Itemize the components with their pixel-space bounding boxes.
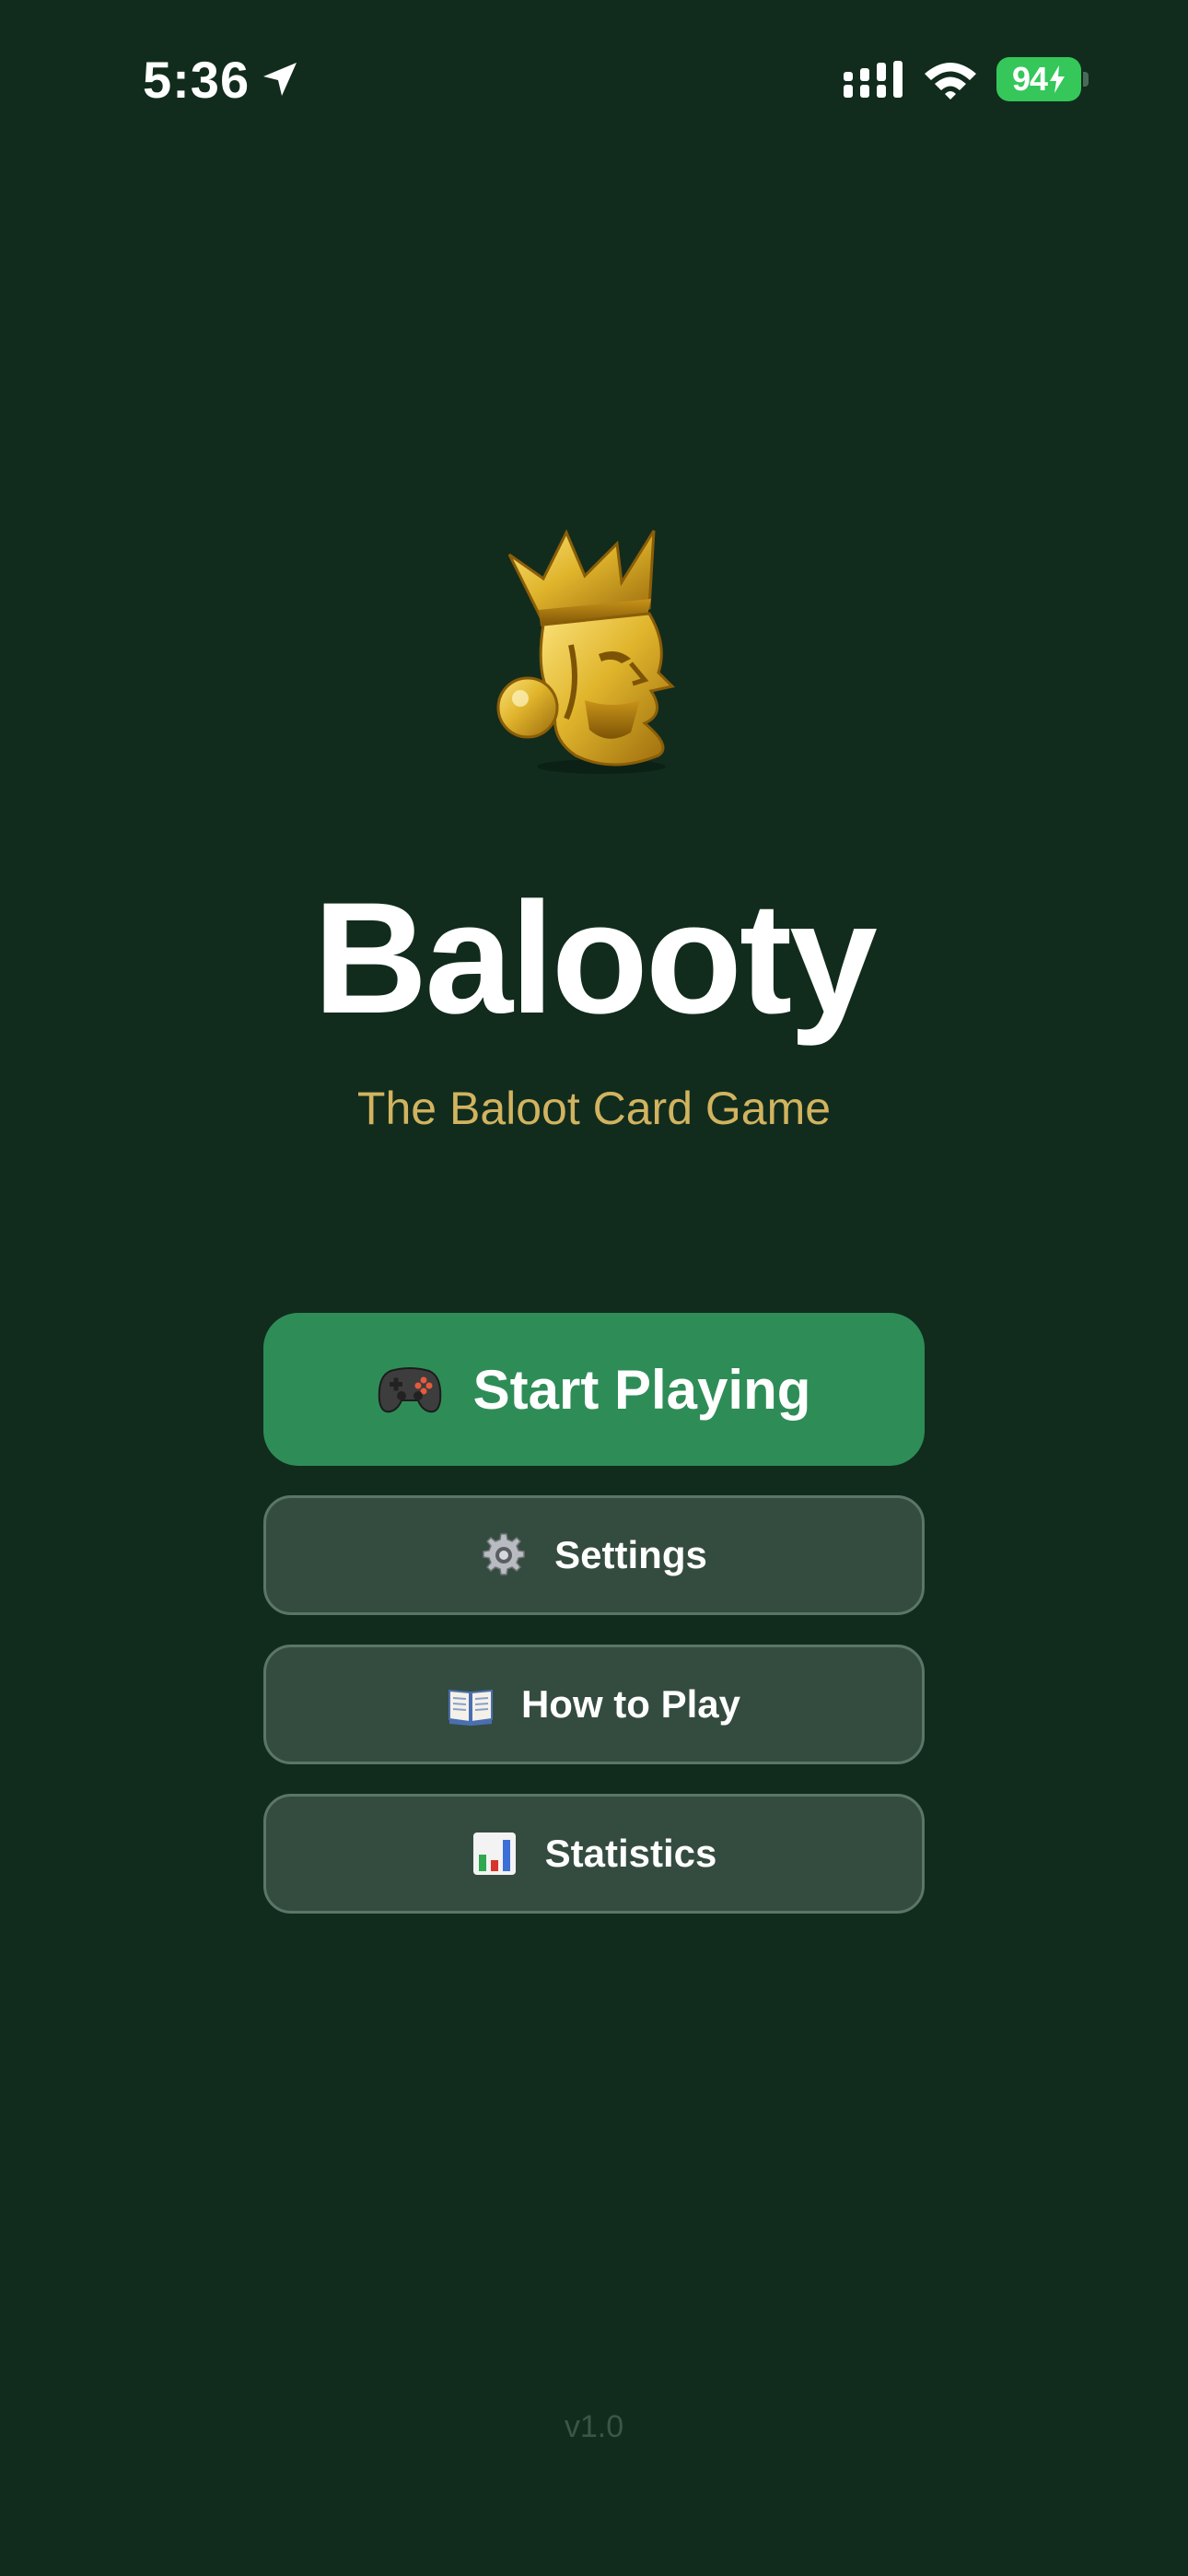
- gamepad-icon: [378, 1367, 441, 1413]
- location-arrow-icon: [263, 63, 297, 96]
- bar-chart-icon: [472, 1832, 516, 1875]
- battery-cap: [1083, 72, 1089, 87]
- settings-label: Settings: [554, 1533, 707, 1576]
- how-to-play-label: How to Play: [520, 1682, 741, 1726]
- crowned-king-icon: [496, 529, 676, 774]
- battery-icon: 94: [996, 57, 1081, 101]
- statistics-button[interactable]: Statistics: [263, 1794, 925, 1914]
- wifi-icon: [925, 63, 976, 100]
- gear-icon: [483, 1533, 525, 1575]
- status-bar: 5:36 94: [0, 0, 1188, 157]
- start-playing-label: Start Playing: [472, 1358, 811, 1421]
- signal-icon: [844, 61, 903, 98]
- open-book-icon: [448, 1689, 493, 1726]
- charging-bolt-icon: [1050, 65, 1066, 93]
- battery-level: 94: [1011, 60, 1048, 98]
- settings-button[interactable]: Settings: [263, 1495, 925, 1615]
- statistics-label: Statistics: [544, 1832, 717, 1875]
- app-subtitle: The Baloot Card Game: [356, 1083, 832, 1134]
- version-label: v1.0: [564, 2409, 624, 2444]
- how-to-play-button[interactable]: How to Play: [263, 1645, 925, 1764]
- start-playing-button[interactable]: Start Playing: [263, 1313, 925, 1466]
- app-title: Balooty: [313, 870, 878, 1047]
- status-time: 5:36: [143, 51, 250, 109]
